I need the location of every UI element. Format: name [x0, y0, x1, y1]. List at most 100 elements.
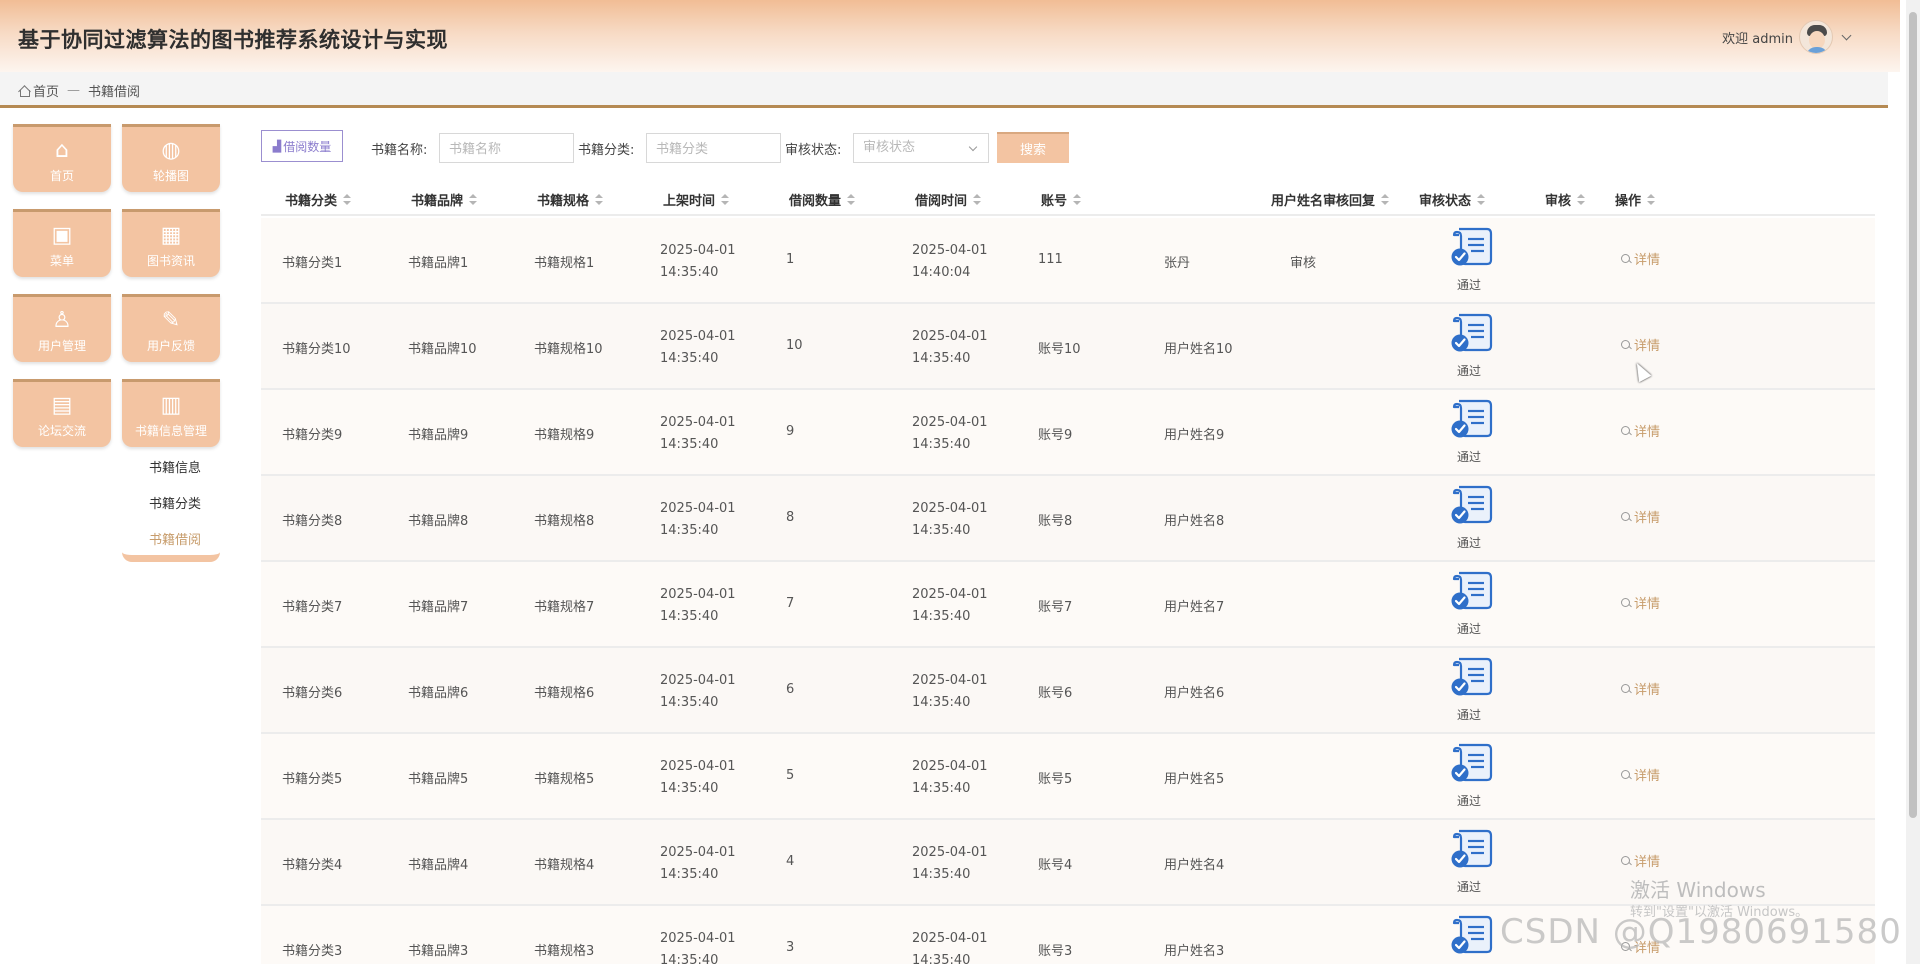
column-header-review-status[interactable]: 审核状态	[1419, 190, 1486, 209]
detail-label: 详情	[1634, 597, 1661, 612]
subnav-item-book-borrow[interactable]: 书籍借阅	[149, 529, 201, 548]
column-header-label: 审核状态	[1419, 194, 1472, 209]
column-header-label: 账号	[1041, 194, 1068, 209]
sidebar-tile-label: 图书资讯	[146, 254, 195, 268]
subnav-item-book-category[interactable]: 书籍分类	[149, 493, 201, 512]
column-header-label: 审核回复	[1323, 194, 1376, 209]
column-header-shelf-time[interactable]: 上架时间	[663, 190, 730, 209]
sort-icon[interactable]	[721, 193, 730, 206]
sidebar-tile-book-news[interactable]: ▦ 图书资讯	[122, 209, 220, 277]
cell-shelf-time: 2025-04-01 14:35:40	[660, 931, 736, 964]
sidebar-tile-user-manage[interactable]: ♙ 用户管理	[13, 294, 111, 362]
detail-button[interactable]: 详情	[1621, 765, 1660, 784]
scrollbar-thumb[interactable]	[1909, 12, 1917, 818]
detail-button[interactable]: 详情	[1621, 851, 1660, 870]
sort-icon[interactable]	[1477, 193, 1486, 206]
table-header: 书籍分类 书籍品牌 书籍规格 上架时间 借阅数量 借阅时间 账号 用户姓名 审核回复 审核状态 审核…	[261, 182, 1875, 216]
cell-spec: 书籍规格9	[534, 428, 595, 443]
cell-username: 用户姓名7	[1164, 600, 1225, 615]
cell-spec: 书籍规格5	[534, 772, 595, 787]
column-header-review[interactable]: 审核	[1545, 190, 1586, 209]
status-select[interactable]: 审核状态	[853, 133, 989, 163]
detail-button[interactable]: 详情	[1621, 507, 1660, 526]
table-row[interactable]: 书籍分类9 书籍品牌9 书籍规格9 2025-04-01 14:35:40 9 2025-…	[261, 390, 1875, 476]
column-header-quantity[interactable]: 借阅数量	[789, 190, 856, 209]
sort-icon[interactable]	[973, 193, 982, 206]
column-header-label: 书籍规格	[537, 194, 590, 209]
sidebar-tile-carousel[interactable]: ◍ 轮播图	[122, 124, 220, 192]
detail-button[interactable]: 详情	[1621, 593, 1660, 612]
app-title: 基于协同过滤算法的图书推荐系统设计与实现	[18, 28, 448, 52]
column-header-spec[interactable]: 书籍规格	[537, 190, 604, 209]
book-name-input[interactable]	[439, 133, 574, 163]
windows-activation-watermark: 激活 Windows	[1630, 878, 1766, 902]
cell-quantity: 6	[786, 682, 795, 697]
breadcrumb: 首页 — 书籍借阅	[18, 81, 140, 100]
book-category-input[interactable]	[646, 133, 781, 163]
column-header-label: 操作	[1615, 194, 1642, 209]
table-row[interactable]: 书籍分类6 书籍品牌6 书籍规格6 2025-04-01 14:35:40 6 2025-…	[261, 648, 1875, 734]
borrow-count-label: 借阅数量	[283, 139, 332, 154]
table-row[interactable]: 书籍分类1 书籍品牌1 书籍规格1 2025-04-01 14:35:40 1 2025-…	[261, 218, 1875, 304]
table-row[interactable]: 书籍分类7 书籍品牌7 书籍规格7 2025-04-01 14:35:40 7 2025-…	[261, 562, 1875, 648]
sidebar-tile-menu[interactable]: ▣ 菜单	[13, 209, 111, 277]
cell-brand: 书籍品牌9	[408, 428, 469, 443]
search-icon	[1621, 425, 1631, 436]
column-header-account[interactable]: 账号	[1041, 190, 1082, 209]
column-header-label: 用户姓名	[1271, 194, 1324, 209]
sidebar-tile-forum[interactable]: ▤ 论坛交流	[13, 379, 111, 447]
sidebar-tile-home[interactable]: ⌂ 首页	[13, 124, 111, 192]
sort-icon[interactable]	[1647, 193, 1656, 206]
sort-icon[interactable]	[847, 193, 856, 206]
search-icon	[1621, 597, 1631, 608]
subnav-item-book-info[interactable]: 书籍信息	[149, 457, 201, 476]
cell-account: 账号5	[1038, 772, 1073, 787]
chevron-down-icon[interactable]	[1841, 30, 1852, 40]
breadcrumb-home[interactable]: 首页	[33, 81, 59, 100]
borrow-count-button[interactable]: ▟ 借阅数量	[261, 130, 343, 162]
status-select-placeholder: 审核状态	[863, 140, 916, 155]
approved-document-icon	[1451, 743, 1493, 782]
cell-brand: 书籍品牌5	[408, 772, 469, 787]
page-scrollbar[interactable]	[1906, 0, 1920, 964]
sort-icon[interactable]	[1073, 193, 1082, 206]
menu-icon: ▣	[51, 223, 73, 248]
cell-account: 111	[1038, 252, 1063, 267]
approved-document-icon	[1451, 399, 1493, 438]
detail-button[interactable]: 详情	[1621, 679, 1660, 698]
column-header-label: 审核	[1545, 194, 1572, 209]
sidebar-tile-book-info-manage[interactable]: ▥ 书籍信息管理	[122, 379, 220, 447]
column-header-borrow-time[interactable]: 借阅时间	[915, 190, 982, 209]
table-row[interactable]: 书籍分类5 书籍品牌5 书籍规格5 2025-04-01 14:35:40 5 2025-…	[261, 734, 1875, 820]
sort-icon[interactable]	[1577, 193, 1586, 206]
detail-button[interactable]: 详情	[1621, 421, 1660, 440]
detail-button[interactable]: 详情	[1621, 335, 1660, 354]
column-header-action[interactable]: 操作	[1615, 190, 1656, 209]
sort-icon[interactable]	[1381, 193, 1390, 206]
cell-category: 书籍分类3	[282, 944, 343, 959]
column-header-category[interactable]: 书籍分类	[285, 190, 352, 209]
cell-review-status: 通过	[1457, 278, 1482, 292]
sidebar-tile-label: 论坛交流	[37, 424, 86, 438]
cell-review-reply: 审核	[1290, 256, 1317, 271]
detail-button[interactable]: 详情	[1621, 249, 1660, 268]
cell-username: 用户姓名9	[1164, 428, 1225, 443]
cell-brand: 书籍品牌6	[408, 686, 469, 701]
sidebar-tile-user-feedback[interactable]: ✎ 用户反馈	[122, 294, 220, 362]
detail-label: 详情	[1634, 511, 1661, 526]
column-header-brand[interactable]: 书籍品牌	[411, 190, 478, 209]
sort-icon[interactable]	[469, 193, 478, 206]
search-button[interactable]: 搜索	[997, 132, 1069, 163]
user-menu[interactable]: 欢迎 admin	[1722, 20, 1852, 54]
cell-borrow-time: 2025-04-01 14:35:40	[912, 415, 988, 452]
sort-icon[interactable]	[595, 193, 604, 206]
column-header-label: 书籍分类	[285, 194, 338, 209]
cell-category: 书籍分类8	[282, 514, 343, 529]
cell-shelf-time: 2025-04-01 14:35:40	[660, 845, 736, 882]
table-row[interactable]: 书籍分类8 书籍品牌8 书籍规格8 2025-04-01 14:35:40 8 2025-…	[261, 476, 1875, 562]
cell-brand: 书籍品牌4	[408, 858, 469, 873]
table-row[interactable]: 书籍分类10 书籍品牌10 书籍规格10 2025-04-01 14:35:40 10 2…	[261, 304, 1875, 390]
column-header-review-reply[interactable]: 审核回复	[1323, 190, 1390, 209]
avatar[interactable]	[1799, 20, 1833, 54]
sort-icon[interactable]	[343, 193, 352, 206]
